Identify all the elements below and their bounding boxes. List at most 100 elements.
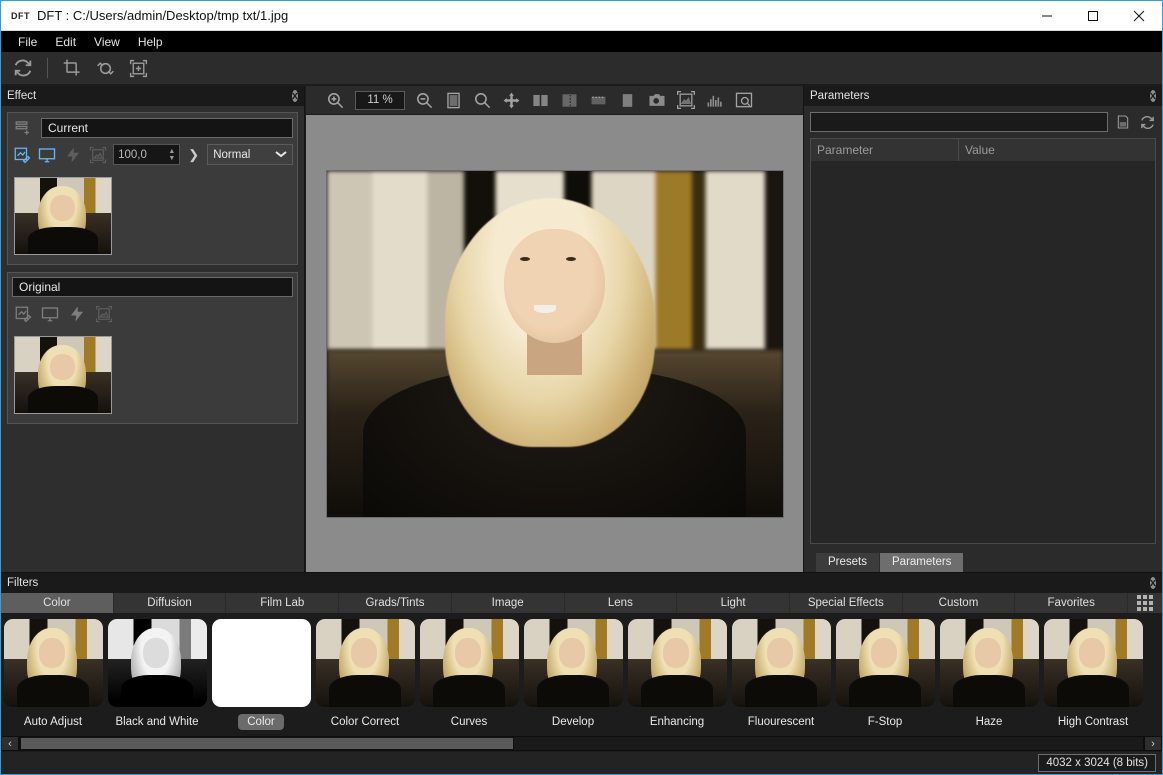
zoom-select-icon[interactable] xyxy=(469,88,496,113)
filter-item[interactable]: Auto Adjust xyxy=(1,614,105,730)
opacity-spin-arrows[interactable]: ▲ ▼ xyxy=(168,148,175,162)
scroll-right-arrow[interactable]: › xyxy=(1144,736,1162,751)
filter-item[interactable]: Haze xyxy=(937,614,1041,730)
grid-view-icon[interactable] xyxy=(1128,593,1162,613)
split-view-icon[interactable] xyxy=(440,88,467,113)
scrollbar-thumb[interactable] xyxy=(20,737,515,750)
edit-mask-icon[interactable] xyxy=(12,144,32,165)
histogram-icon[interactable] xyxy=(701,88,728,113)
filter-label[interactable]: Color xyxy=(238,714,284,730)
zoom-level-field[interactable]: 11 % xyxy=(355,90,405,110)
category-tab-image[interactable]: Image xyxy=(451,593,565,613)
filter-thumbnail-strip[interactable]: Auto Adjust Black and White Color Color … xyxy=(1,614,1162,748)
filter-label[interactable]: Enhancing xyxy=(641,714,713,730)
opacity-stepper[interactable]: 100,0 ▲ ▼ xyxy=(113,144,181,165)
save-preset-icon[interactable] xyxy=(1114,113,1132,132)
filter-label[interactable]: High Contrast xyxy=(1049,714,1137,730)
menu-file[interactable]: File xyxy=(9,33,46,51)
filter-item[interactable]: High Contrast xyxy=(1041,614,1145,730)
parameters-panel-close-icon[interactable]: x xyxy=(1149,89,1156,104)
column-header-value[interactable]: Value xyxy=(959,139,1155,161)
category-tab-lens[interactable]: Lens xyxy=(564,593,678,613)
filter-label[interactable]: Auto Adjust xyxy=(15,714,91,730)
filter-label[interactable]: Color Correct xyxy=(322,714,408,730)
column-header-parameter[interactable]: Parameter xyxy=(811,139,959,161)
category-tab-grads-tints[interactable]: Grads/Tints xyxy=(339,593,452,613)
photo-preview[interactable] xyxy=(325,169,784,518)
filter-item[interactable]: F-Stop xyxy=(833,614,937,730)
category-tab-favorites[interactable]: Favorites xyxy=(1015,593,1129,613)
menu-help[interactable]: Help xyxy=(129,33,172,51)
category-tab-diffusion[interactable]: Diffusion xyxy=(113,593,227,613)
zoom-in-icon[interactable] xyxy=(322,88,349,113)
filter-thumbnail[interactable] xyxy=(939,619,1039,707)
tab-presets[interactable]: Presets xyxy=(816,553,879,572)
filter-horizontal-scrollbar[interactable]: ‹ › xyxy=(1,735,1162,752)
pan-icon[interactable] xyxy=(498,88,525,113)
filter-thumbnail[interactable] xyxy=(3,619,103,707)
crop-icon[interactable] xyxy=(57,54,87,82)
image-canvas[interactable] xyxy=(306,115,803,572)
filter-label[interactable]: Develop xyxy=(543,714,603,730)
blend-mode-select[interactable]: Normal xyxy=(207,144,293,165)
filter-thumbnail[interactable] xyxy=(523,619,623,707)
vertical-split-icon[interactable] xyxy=(556,88,583,113)
tab-parameters[interactable]: Parameters xyxy=(880,553,964,572)
filter-label[interactable]: F-Stop xyxy=(859,714,912,730)
filter-item[interactable]: Color Correct xyxy=(313,614,417,730)
filter-label[interactable]: Fluourescent xyxy=(739,714,823,730)
category-tab-film-lab[interactable]: Film Lab xyxy=(226,593,340,613)
filter-thumbnail[interactable] xyxy=(211,619,311,707)
filters-panel-close-icon[interactable]: x xyxy=(1149,576,1156,591)
fit-image-icon[interactable] xyxy=(123,54,153,82)
maximize-button[interactable] xyxy=(1070,1,1116,30)
category-tab-color[interactable]: Color xyxy=(1,593,114,613)
category-tab-light[interactable]: Light xyxy=(677,593,790,613)
lightning-icon[interactable] xyxy=(66,303,88,324)
filter-item[interactable]: Develop xyxy=(521,614,625,730)
image-frame-icon[interactable] xyxy=(93,303,115,324)
filter-label[interactable]: Curves xyxy=(442,714,496,730)
layer-current-name[interactable]: Current xyxy=(41,117,293,138)
monitor-icon[interactable] xyxy=(37,144,57,165)
zoom-out-icon[interactable] xyxy=(411,88,438,113)
effect-panel-close-icon[interactable]: x xyxy=(291,89,298,104)
snapshot-icon[interactable] xyxy=(643,88,670,113)
lightning-icon[interactable] xyxy=(63,144,83,165)
filter-item[interactable]: Curves xyxy=(417,614,521,730)
filter-thumbnail[interactable] xyxy=(835,619,935,707)
filter-label[interactable]: Black and White xyxy=(106,714,207,730)
layer-current[interactable]: Current 100,0 ▲ ▼ ❯ Normal xyxy=(7,112,298,265)
menu-edit[interactable]: Edit xyxy=(46,33,85,51)
opacity-expand-icon[interactable]: ❯ xyxy=(185,147,202,163)
filter-label[interactable]: Haze xyxy=(967,714,1012,730)
filter-item[interactable]: Black and White xyxy=(105,614,209,730)
layer-original-name[interactable]: Original xyxy=(12,277,293,297)
menu-view[interactable]: View xyxy=(85,33,129,51)
filter-thumbnail[interactable] xyxy=(1043,619,1143,707)
rotate-icon[interactable] xyxy=(90,54,120,82)
image-frame-icon[interactable] xyxy=(88,144,108,165)
scroll-left-arrow[interactable]: ‹ xyxy=(1,736,19,751)
magnifier-icon[interactable] xyxy=(730,88,757,113)
filter-thumbnail[interactable] xyxy=(107,619,207,707)
layer-original[interactable]: Original xyxy=(7,272,298,424)
horizontal-split-icon[interactable] xyxy=(585,88,612,113)
filter-thumbnail[interactable] xyxy=(315,619,415,707)
filter-item[interactable]: Color xyxy=(209,614,313,730)
fit-to-window-icon[interactable] xyxy=(672,88,699,113)
filter-item[interactable]: Enhancing xyxy=(625,614,729,730)
scrollbar-track[interactable] xyxy=(19,736,1144,751)
add-layer-icon[interactable] xyxy=(12,117,34,138)
reset-icon[interactable] xyxy=(1138,113,1156,132)
side-by-side-icon[interactable] xyxy=(527,88,554,113)
category-tab-special-effects[interactable]: Special Effects xyxy=(789,593,903,613)
close-button[interactable] xyxy=(1116,1,1162,30)
refresh-icon[interactable] xyxy=(8,54,38,82)
filter-thumbnail[interactable] xyxy=(627,619,727,707)
filter-item[interactable]: Fluourescent xyxy=(729,614,833,730)
layer-current-thumbnail[interactable] xyxy=(14,177,112,255)
monitor-icon[interactable] xyxy=(39,303,61,324)
edit-mask-icon[interactable] xyxy=(12,303,34,324)
filter-thumbnail[interactable] xyxy=(419,619,519,707)
